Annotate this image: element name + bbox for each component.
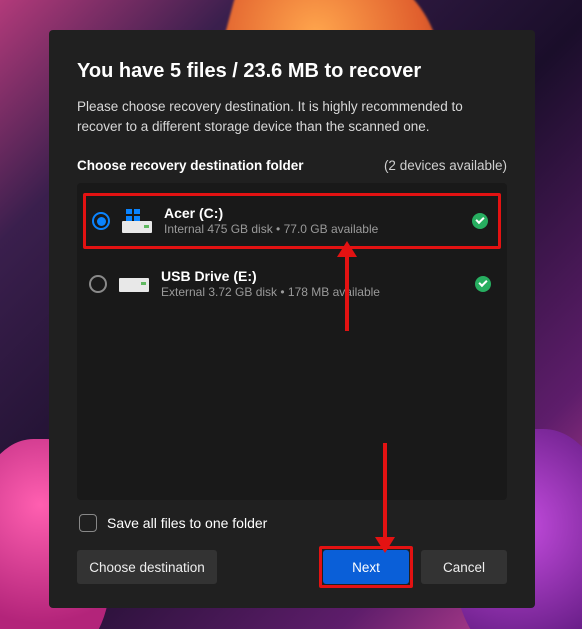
device-list: Acer (C:) Internal 475 GB disk • 77.0 GB… [77, 183, 507, 500]
radio-selected-icon[interactable] [92, 212, 110, 230]
save-all-label: Save all files to one folder [107, 515, 267, 531]
drive-subtitle: Internal 475 GB disk • 77.0 GB available [164, 222, 460, 238]
windows-drive-icon [122, 209, 152, 233]
devices-available-count: (2 devices available) [384, 158, 507, 173]
device-row-acer-c[interactable]: Acer (C:) Internal 475 GB disk • 77.0 GB… [83, 193, 501, 249]
device-row-usb-e[interactable]: USB Drive (E:) External 3.72 GB disk • 1… [77, 257, 507, 311]
drive-name: USB Drive (E:) [161, 267, 463, 285]
dialog-title: You have 5 files / 23.6 MB to recover [77, 60, 507, 83]
radio-unselected-icon[interactable] [89, 275, 107, 293]
drive-info: Acer (C:) Internal 475 GB disk • 77.0 GB… [164, 204, 460, 238]
section-header: Choose recovery destination folder (2 de… [77, 158, 507, 173]
usb-drive-icon [119, 272, 149, 296]
dialog-button-row: Choose destination Next Cancel [77, 550, 507, 584]
cancel-button[interactable]: Cancel [421, 550, 507, 584]
recovery-destination-dialog: You have 5 files / 23.6 MB to recover Pl… [49, 30, 535, 608]
next-button-highlight: Next [323, 550, 409, 584]
section-label: Choose recovery destination folder [77, 158, 304, 173]
choose-destination-button[interactable]: Choose destination [77, 550, 217, 584]
drive-subtitle: External 3.72 GB disk • 178 MB available [161, 285, 463, 301]
status-ok-icon [472, 213, 488, 229]
save-all-checkbox[interactable] [79, 514, 97, 532]
save-all-row: Save all files to one folder [79, 514, 507, 532]
drive-info: USB Drive (E:) External 3.72 GB disk • 1… [161, 267, 463, 301]
next-button[interactable]: Next [323, 550, 409, 584]
dialog-subtitle: Please choose recovery destination. It i… [77, 97, 507, 136]
drive-name: Acer (C:) [164, 204, 460, 222]
status-ok-icon [475, 276, 491, 292]
